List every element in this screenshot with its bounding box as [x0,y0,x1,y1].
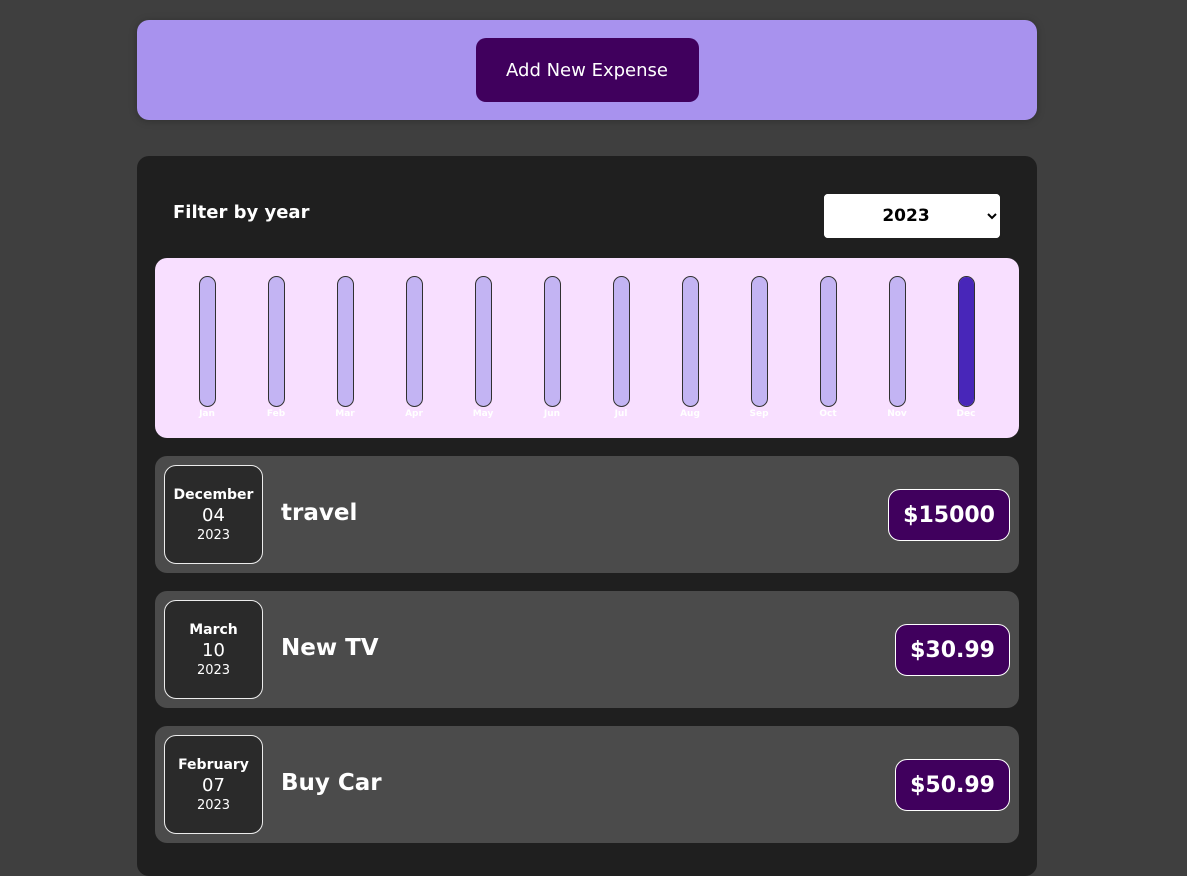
chart-bar-label: Nov [887,409,907,419]
filter-label: Filter by year [173,202,310,223]
expense-amount: $50.99 [895,759,1010,811]
chart-bar-track [336,276,354,407]
chart-bar-label: Jun [543,409,561,419]
chart-bar-sep: Sep [739,276,779,419]
expense-date-day: 10 [202,639,225,661]
chart-bar-label: Oct [819,409,837,419]
expense-date-day: 07 [202,774,225,796]
expense-date-year: 2023 [196,527,231,543]
expense-amount: $15000 [888,489,1010,541]
expense-date: December 04 2023 [164,465,263,564]
expense-item: March 10 2023 New TV $30.99 [155,591,1019,708]
chart-bar-track [819,276,837,407]
chart-bar-aug: Aug [670,276,710,419]
chart-bar-track [543,276,561,407]
chart-bar-track [681,276,699,407]
chart-bar-label: Jul [614,409,628,419]
chart-bar-label: Dec [956,409,976,419]
expense-date-year: 2023 [196,797,231,813]
add-new-expense-button[interactable]: Add New Expense [475,38,699,102]
expense-title: Buy Car [281,770,382,796]
chart-bar-label: Sep [749,409,769,419]
chart-bar-oct: Oct [808,276,848,419]
chart-bar-track [957,276,975,407]
year-filter-select[interactable]: 2023 [822,192,1002,240]
expense-item: December 04 2023 travel $15000 [155,456,1019,573]
expense-title: New TV [281,635,379,661]
chart-bar-dec: Dec [946,276,986,419]
chart-bar-feb: Feb [256,276,296,419]
chart-bar-may: May [463,276,503,419]
chart-bar-jan: Jan [187,276,227,419]
chart-bar-jun: Jun [532,276,572,419]
expense-date-day: 04 [202,504,225,526]
chart-bar-label: Mar [335,409,355,419]
chart-bar-nov: Nov [877,276,917,419]
expenses-chart: Jan Feb Mar Apr May Jun Jul Aug Sep Oct Nov Dec [155,258,1019,438]
expense-title: travel [281,500,358,526]
expense-date-month: December [173,486,254,503]
chart-bar-track [888,276,906,407]
expense-date: February 07 2023 [164,735,263,834]
expense-date: March 10 2023 [164,600,263,699]
chart-bar-jul: Jul [601,276,641,419]
chart-bar-track [267,276,285,407]
expense-date-month: February [178,756,249,773]
chart-bar-track [750,276,768,407]
expense-date-month: March [189,621,238,638]
chart-bar-fill [958,277,974,406]
chart-bar-mar: Mar [325,276,365,419]
chart-bar-label: Apr [405,409,423,419]
expense-amount: $30.99 [895,624,1010,676]
chart-bar-label: Feb [266,409,286,419]
expenses-panel: Filter by year 2023 Jan Feb Mar Apr May Jun Ju… [137,156,1037,876]
chart-bar-label: Aug [680,409,700,419]
chart-bar-track [612,276,630,407]
chart-bar-label: Jan [199,409,215,419]
chart-bar-track [198,276,216,407]
chart-bar-track [474,276,492,407]
expense-date-year: 2023 [196,662,231,678]
chart-bar-apr: Apr [394,276,434,419]
chart-bar-label: May [472,409,494,419]
new-expense-panel: Add New Expense [137,20,1037,120]
expense-item: February 07 2023 Buy Car $50.99 [155,726,1019,843]
chart-bar-track [405,276,423,407]
